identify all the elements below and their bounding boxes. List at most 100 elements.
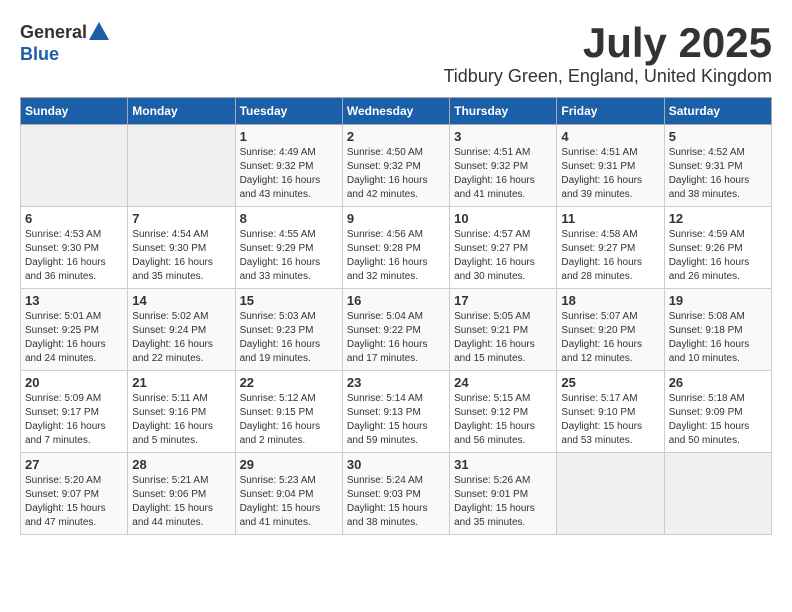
day-info: Sunrise: 5:01 AM Sunset: 9:25 PM Dayligh… [25, 310, 123, 366]
calendar-cell: 9 Sunrise: 4:56 AM Sunset: 9:28 PM Daylig… [342, 207, 449, 289]
calendar-cell: 20 Sunrise: 5:09 AM Sunset: 9:17 PM Dayli… [21, 371, 128, 453]
day-info: Sunrise: 4:58 AM Sunset: 9:27 PM Dayligh… [561, 228, 659, 284]
calendar-cell: 25 Sunrise: 5:17 AM Sunset: 9:10 PM Dayli… [557, 371, 664, 453]
day-info: Sunrise: 5:09 AM Sunset: 9:17 PM Dayligh… [25, 392, 123, 448]
day-number: 25 [561, 375, 659, 390]
month-title: July 2025 [443, 20, 772, 66]
day-number: 3 [454, 129, 552, 144]
weekday-header: Tuesday [235, 98, 342, 125]
calendar-cell: 3 Sunrise: 4:51 AM Sunset: 9:32 PM Daylig… [450, 125, 557, 207]
day-number: 10 [454, 211, 552, 226]
page-header: General Blue July 2025 Tidbury Green, En… [20, 20, 772, 87]
day-info: Sunrise: 4:55 AM Sunset: 9:29 PM Dayligh… [240, 228, 338, 284]
day-info: Sunrise: 5:08 AM Sunset: 9:18 PM Dayligh… [669, 310, 767, 366]
location-title: Tidbury Green, England, United Kingdom [443, 66, 772, 87]
weekday-header: Monday [128, 98, 235, 125]
calendar-cell: 21 Sunrise: 5:11 AM Sunset: 9:16 PM Dayli… [128, 371, 235, 453]
day-number: 5 [669, 129, 767, 144]
calendar-cell: 27Sunrise: 5:20 AM Sunset: 9:07 PM Dayli… [21, 453, 128, 535]
calendar-cell: 13 Sunrise: 5:01 AM Sunset: 9:25 PM Dayli… [21, 289, 128, 371]
calendar-cell: 24 Sunrise: 5:15 AM Sunset: 9:12 PM Dayli… [450, 371, 557, 453]
day-number: 28 [132, 457, 230, 472]
calendar-cell: 17 Sunrise: 5:05 AM Sunset: 9:21 PM Dayli… [450, 289, 557, 371]
day-number: 26 [669, 375, 767, 390]
day-info: Sunrise: 5:26 AM Sunset: 9:01 PM Dayligh… [454, 474, 552, 530]
day-info: Sunrise: 5:23 AM Sunset: 9:04 PM Dayligh… [240, 474, 338, 530]
calendar-cell: 4 Sunrise: 4:51 AM Sunset: 9:31 PM Daylig… [557, 125, 664, 207]
day-info: Sunrise: 5:24 AM Sunset: 9:03 PM Dayligh… [347, 474, 445, 530]
day-info: Sunrise: 4:51 AM Sunset: 9:31 PM Dayligh… [561, 146, 659, 202]
day-number: 9 [347, 211, 445, 226]
calendar-cell: 28 Sunrise: 5:21 AM Sunset: 9:06 PM Dayli… [128, 453, 235, 535]
day-info: Sunrise: 4:50 AM Sunset: 9:32 PM Dayligh… [347, 146, 445, 202]
day-info: Sunrise: 5:05 AM Sunset: 9:21 PM Dayligh… [454, 310, 552, 366]
day-info: Sunrise: 5:11 AM Sunset: 9:16 PM Dayligh… [132, 392, 230, 448]
day-info: Sunrise: 4:52 AM Sunset: 9:31 PM Dayligh… [669, 146, 767, 202]
calendar-cell: 8Sunrise: 4:55 AM Sunset: 9:29 PM Daylig… [235, 207, 342, 289]
calendar-cell: 30 Sunrise: 5:24 AM Sunset: 9:03 PM Dayli… [342, 453, 449, 535]
day-info: Sunrise: 4:59 AM Sunset: 9:26 PM Dayligh… [669, 228, 767, 284]
calendar-cell: 7Sunrise: 4:54 AM Sunset: 9:30 PM Daylig… [128, 207, 235, 289]
day-number: 13 [25, 293, 123, 308]
logo-general-text: General [20, 22, 87, 43]
day-number: 22 [240, 375, 338, 390]
calendar-cell: 10 Sunrise: 4:57 AM Sunset: 9:27 PM Dayli… [450, 207, 557, 289]
day-number: 29 [240, 457, 338, 472]
day-number: 24 [454, 375, 552, 390]
weekday-header: Saturday [664, 98, 771, 125]
day-number: 16 [347, 293, 445, 308]
weekday-header: Friday [557, 98, 664, 125]
calendar-cell: 1 Sunrise: 4:49 AM Sunset: 9:32 PM Daylig… [235, 125, 342, 207]
day-number: 17 [454, 293, 552, 308]
calendar-cell: 5 Sunrise: 4:52 AM Sunset: 9:31 PM Daylig… [664, 125, 771, 207]
logo-blue-text: Blue [20, 44, 59, 64]
calendar-cell [664, 453, 771, 535]
weekday-header: Wednesday [342, 98, 449, 125]
calendar-cell: 6 Sunrise: 4:53 AM Sunset: 9:30 PM Daylig… [21, 207, 128, 289]
calendar-cell: 22Sunrise: 5:12 AM Sunset: 9:15 PM Dayli… [235, 371, 342, 453]
day-number: 20 [25, 375, 123, 390]
calendar-cell: 31 Sunrise: 5:26 AM Sunset: 9:01 PM Dayli… [450, 453, 557, 535]
day-info: Sunrise: 5:18 AM Sunset: 9:09 PM Dayligh… [669, 392, 767, 448]
day-number: 19 [669, 293, 767, 308]
day-info: Sunrise: 5:14 AM Sunset: 9:13 PM Dayligh… [347, 392, 445, 448]
day-info: Sunrise: 5:03 AM Sunset: 9:23 PM Dayligh… [240, 310, 338, 366]
logo: General Blue [20, 20, 111, 65]
day-info: Sunrise: 5:15 AM Sunset: 9:12 PM Dayligh… [454, 392, 552, 448]
day-number: 12 [669, 211, 767, 226]
calendar-cell: 12 Sunrise: 4:59 AM Sunset: 9:26 PM Dayli… [664, 207, 771, 289]
calendar-cell: 26 Sunrise: 5:18 AM Sunset: 9:09 PM Dayli… [664, 371, 771, 453]
day-info: Sunrise: 4:57 AM Sunset: 9:27 PM Dayligh… [454, 228, 552, 284]
calendar-cell: 16Sunrise: 5:04 AM Sunset: 9:22 PM Dayli… [342, 289, 449, 371]
day-number: 15 [240, 293, 338, 308]
day-number: 14 [132, 293, 230, 308]
day-number: 30 [347, 457, 445, 472]
day-info: Sunrise: 4:56 AM Sunset: 9:28 PM Dayligh… [347, 228, 445, 284]
calendar-cell: 14Sunrise: 5:02 AM Sunset: 9:24 PM Dayli… [128, 289, 235, 371]
day-number: 31 [454, 457, 552, 472]
day-info: Sunrise: 4:51 AM Sunset: 9:32 PM Dayligh… [454, 146, 552, 202]
day-number: 6 [25, 211, 123, 226]
day-number: 23 [347, 375, 445, 390]
calendar-cell [21, 125, 128, 207]
day-number: 11 [561, 211, 659, 226]
day-number: 18 [561, 293, 659, 308]
day-info: Sunrise: 4:54 AM Sunset: 9:30 PM Dayligh… [132, 228, 230, 284]
calendar-cell: 29 Sunrise: 5:23 AM Sunset: 9:04 PM Dayli… [235, 453, 342, 535]
day-info: Sunrise: 5:21 AM Sunset: 9:06 PM Dayligh… [132, 474, 230, 530]
day-number: 27 [25, 457, 123, 472]
calendar-cell: 2Sunrise: 4:50 AM Sunset: 9:32 PM Daylig… [342, 125, 449, 207]
weekday-header: Thursday [450, 98, 557, 125]
day-info: Sunrise: 4:49 AM Sunset: 9:32 PM Dayligh… [240, 146, 338, 202]
logo-icon [87, 20, 111, 44]
day-number: 21 [132, 375, 230, 390]
calendar-cell: 11 Sunrise: 4:58 AM Sunset: 9:27 PM Dayli… [557, 207, 664, 289]
calendar-cell: 19 Sunrise: 5:08 AM Sunset: 9:18 PM Dayli… [664, 289, 771, 371]
calendar-cell: 18Sunrise: 5:07 AM Sunset: 9:20 PM Dayli… [557, 289, 664, 371]
day-info: Sunrise: 4:53 AM Sunset: 9:30 PM Dayligh… [25, 228, 123, 284]
day-number: 4 [561, 129, 659, 144]
calendar-cell: 15 Sunrise: 5:03 AM Sunset: 9:23 PM Dayli… [235, 289, 342, 371]
day-info: Sunrise: 5:17 AM Sunset: 9:10 PM Dayligh… [561, 392, 659, 448]
day-number: 1 [240, 129, 338, 144]
title-area: July 2025 Tidbury Green, England, United… [443, 20, 772, 87]
